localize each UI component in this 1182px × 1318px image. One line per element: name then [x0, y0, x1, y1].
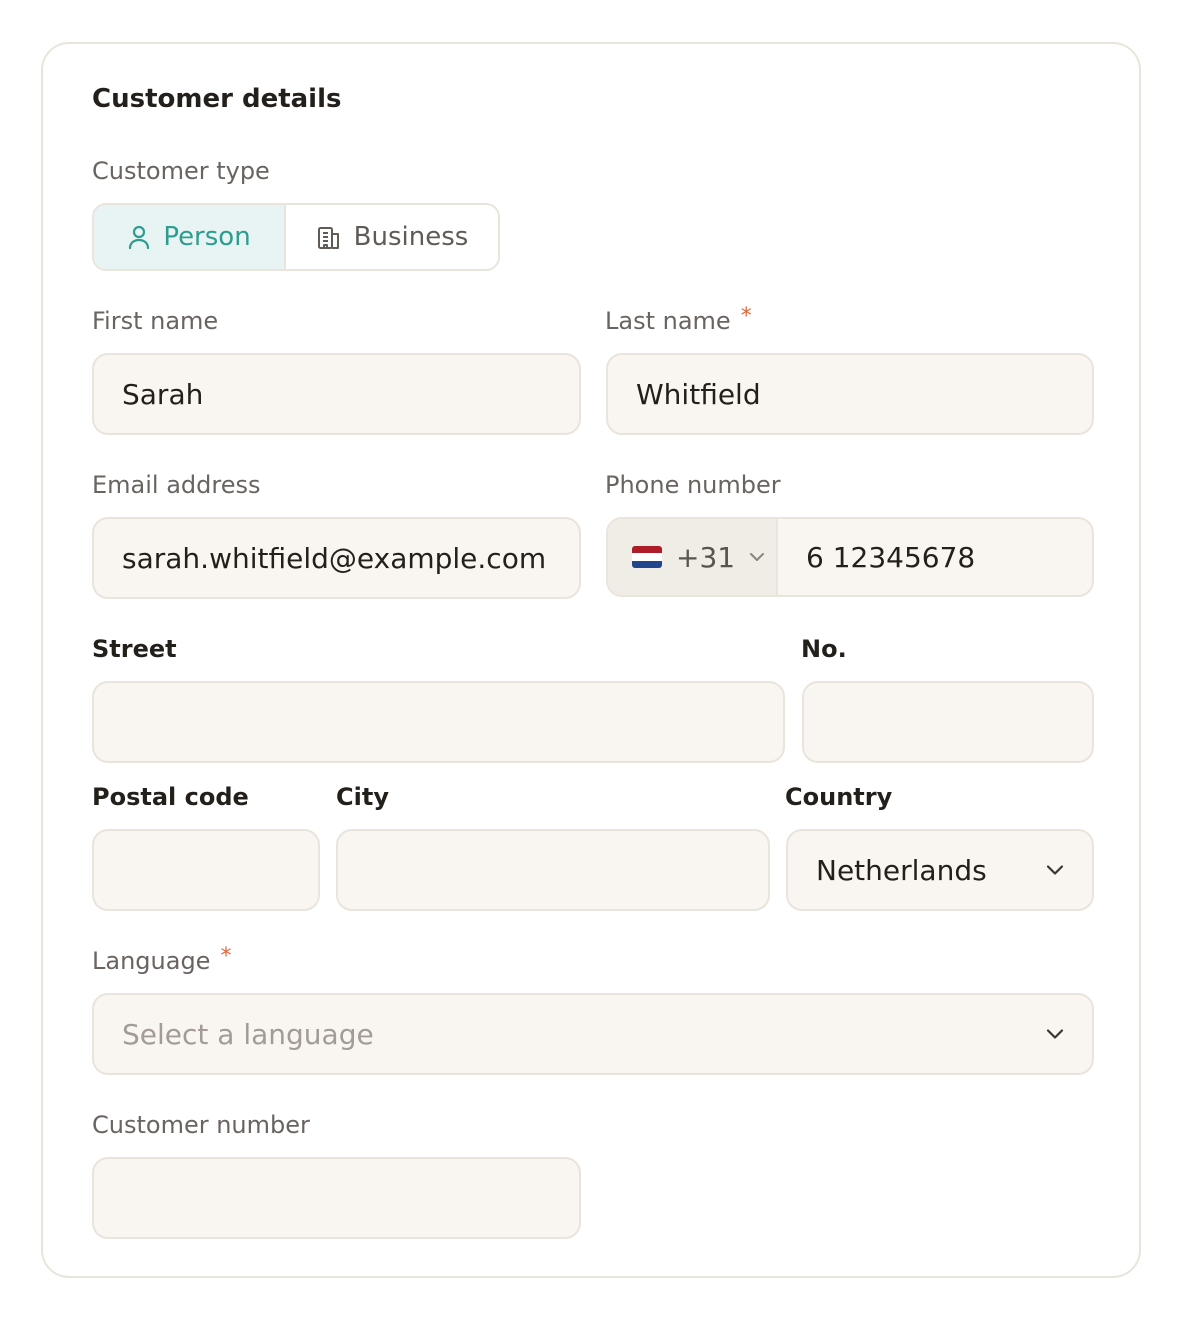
- street-label: Street: [92, 635, 177, 663]
- first-name-label: First name: [92, 307, 219, 335]
- language-select[interactable]: Select a language: [92, 993, 1094, 1075]
- last-name-label: Last name *: [605, 304, 752, 335]
- customer-type-person-button[interactable]: Person: [94, 205, 286, 269]
- last-name-input[interactable]: Whitfield: [606, 353, 1094, 435]
- house-number-input[interactable]: [802, 681, 1094, 763]
- customer-number-input[interactable]: [92, 1157, 581, 1239]
- customer-details-card: Customer details Customer type Person Bu…: [41, 42, 1141, 1278]
- customer-type-label: Customer type: [92, 157, 270, 185]
- customer-number-label: Customer number: [92, 1111, 310, 1139]
- last-name-label-text: Last name: [605, 307, 731, 335]
- business-option-label: Business: [353, 222, 469, 252]
- last-name-value: Whitfield: [636, 377, 761, 411]
- language-label: Language *: [92, 944, 232, 975]
- building-icon: [316, 224, 342, 250]
- customer-type-toggle: Person Business: [92, 203, 500, 271]
- netherlands-flag-icon: [632, 546, 662, 568]
- chevron-down-icon: [1046, 1029, 1064, 1040]
- chevron-down-icon: [1046, 865, 1064, 876]
- phone-number-value: 6 12345678: [806, 540, 976, 574]
- postal-code-label: Postal code: [92, 783, 249, 811]
- person-option-label: Person: [163, 222, 251, 252]
- language-placeholder: Select a language: [122, 1017, 374, 1051]
- postal-code-input[interactable]: [92, 829, 320, 911]
- required-mark: *: [740, 304, 752, 329]
- required-mark: *: [220, 944, 232, 969]
- language-label-text: Language: [92, 947, 211, 975]
- city-label: City: [336, 783, 389, 811]
- section-title: Customer details: [92, 84, 342, 114]
- email-value: sarah.whitfield@example.com: [122, 541, 547, 575]
- first-name-value: Sarah: [122, 377, 204, 411]
- email-input[interactable]: sarah.whitfield@example.com: [92, 517, 581, 599]
- country-label: Country: [785, 783, 893, 811]
- phone-label: Phone number: [605, 471, 781, 499]
- chevron-down-icon: [749, 552, 765, 562]
- phone-field: +31 6 12345678: [606, 517, 1094, 597]
- street-input[interactable]: [92, 681, 785, 763]
- country-value: Netherlands: [816, 853, 987, 887]
- email-label: Email address: [92, 471, 261, 499]
- city-input[interactable]: [336, 829, 770, 911]
- country-code-select[interactable]: +31: [608, 519, 778, 595]
- customer-type-business-button[interactable]: Business: [286, 205, 498, 269]
- first-name-input[interactable]: Sarah: [92, 353, 581, 435]
- phone-number-input[interactable]: 6 12345678: [778, 519, 1092, 595]
- person-icon: [127, 224, 151, 250]
- house-number-label: No.: [801, 635, 847, 663]
- country-code-value: +31: [676, 540, 736, 574]
- country-select[interactable]: Netherlands: [786, 829, 1094, 911]
